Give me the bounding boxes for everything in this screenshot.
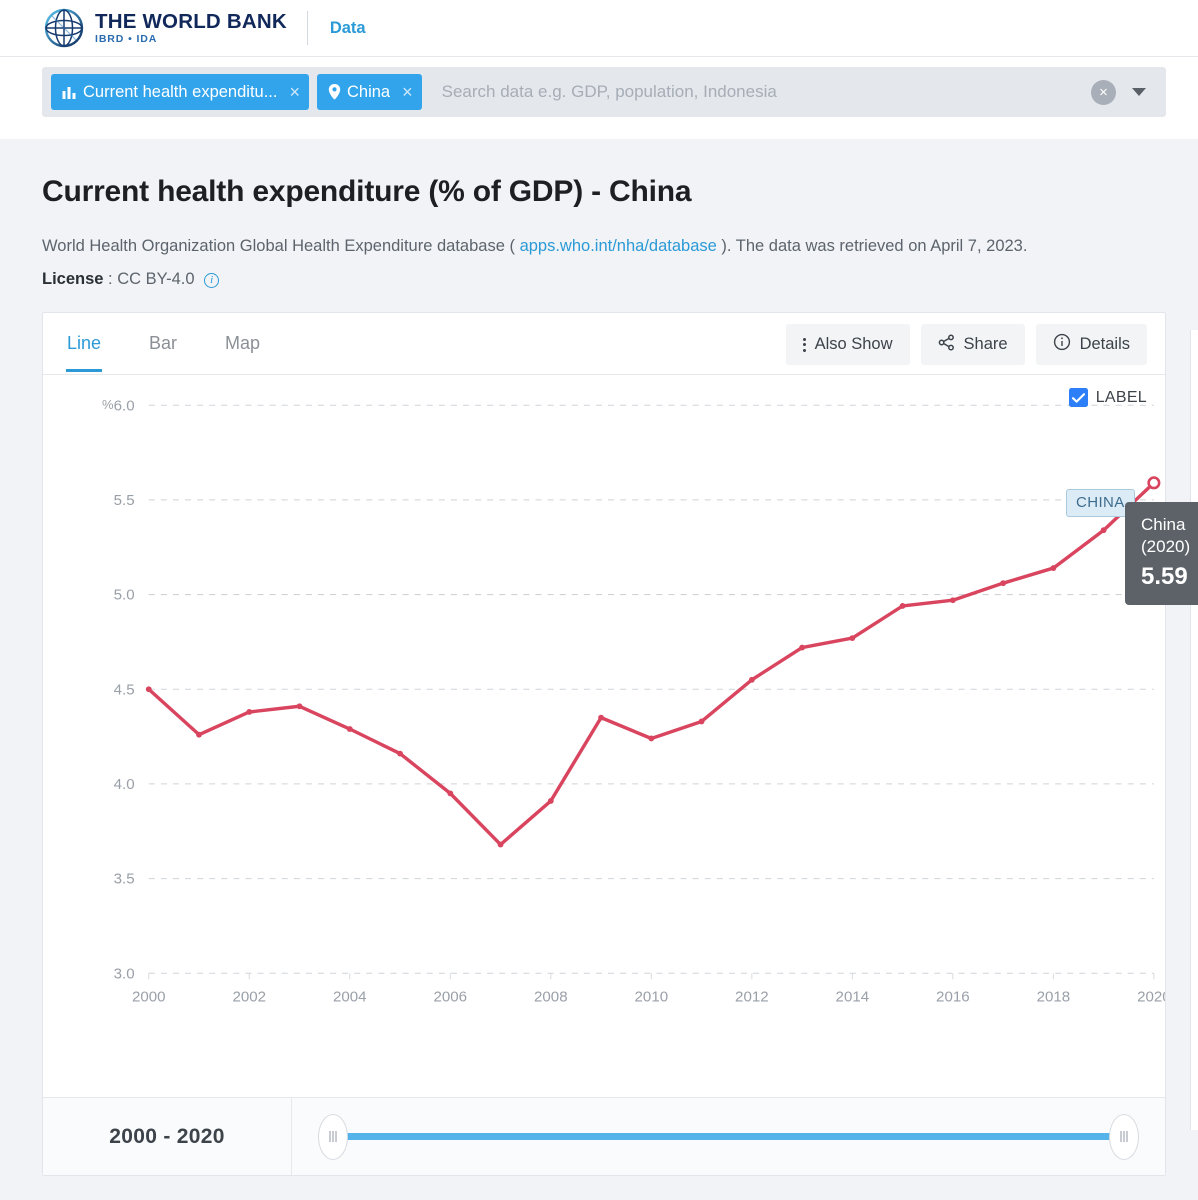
details-label: Details xyxy=(1079,335,1130,354)
source-suffix: ). The data was retrieved on April 7, 20… xyxy=(721,237,1028,255)
license-info-icon[interactable]: i xyxy=(204,273,220,289)
svg-text:2016: 2016 xyxy=(936,989,970,1006)
svg-text:2018: 2018 xyxy=(1037,989,1071,1006)
clear-search-icon[interactable]: × xyxy=(1091,79,1116,105)
chart-card: Line Bar Map Also Show Share Details LAB… xyxy=(42,312,1198,1177)
page-title: Current health expenditure (% of GDP) - … xyxy=(42,175,692,208)
search-input[interactable]: Search data e.g. GDP, population, Indone… xyxy=(430,82,1091,102)
details-button[interactable]: Details xyxy=(1035,324,1147,366)
world-bank-logo[interactable]: THE WORLD BANK IBRD • IDA xyxy=(42,6,287,50)
svg-text:2004: 2004 xyxy=(333,989,367,1006)
search-band: Current health expenditu... × China × Se… xyxy=(0,57,1198,139)
also-show-button[interactable]: Also Show xyxy=(785,324,910,366)
source-link[interactable]: apps.who.int/nha/database xyxy=(520,237,717,255)
chip-remove-country[interactable]: × xyxy=(402,83,413,101)
share-label: Share xyxy=(963,335,1008,354)
tooltip-value: 5.59 xyxy=(1141,562,1188,590)
svg-text:2008: 2008 xyxy=(534,989,568,1006)
chip-label-country: China xyxy=(346,82,391,101)
gridlines xyxy=(148,405,1154,975)
tab-line[interactable]: Line xyxy=(43,313,125,373)
info-circle-icon xyxy=(1053,333,1071,356)
map-pin-icon xyxy=(328,84,341,100)
y-axis-tick-labels: 6.0 5.5 5.0 4.5 4.0 3.5 3.0 xyxy=(114,398,135,983)
kebab-menu-icon xyxy=(802,337,806,352)
search-box[interactable]: Current health expenditu... × China × Se… xyxy=(42,67,1166,117)
license-line: License : CC BY-4.0 i xyxy=(42,270,1166,289)
header-divider xyxy=(306,11,308,45)
page-content: Current health expenditure (% of GDP) - … xyxy=(0,139,1198,289)
nav-data-link[interactable]: Data xyxy=(330,19,366,38)
bar-chart-icon xyxy=(62,85,77,99)
license-value: CC BY-4.0 xyxy=(117,270,195,289)
svg-text:3.5: 3.5 xyxy=(114,871,135,888)
source-note: World Health Organization Global Health … xyxy=(42,233,1152,259)
chip-remove-indicator[interactable]: × xyxy=(289,83,300,101)
svg-text:5.5: 5.5 xyxy=(114,492,135,509)
svg-text:4.0: 4.0 xyxy=(114,776,135,793)
svg-text:2012: 2012 xyxy=(735,989,769,1006)
data-line-china xyxy=(147,481,1156,847)
svg-text:2010: 2010 xyxy=(635,989,669,1006)
share-button[interactable]: Share xyxy=(920,324,1025,366)
share-icon xyxy=(938,334,955,356)
tooltip-country: China xyxy=(1141,515,1186,535)
label-toggle-text: LABEL xyxy=(1095,388,1147,406)
search-chip-country[interactable]: China × xyxy=(316,74,422,110)
x-axis-ticks xyxy=(148,973,1155,980)
svg-text:2000: 2000 xyxy=(132,989,166,1006)
line-chart-plot: 6.05.55.04.54.03.53.0 2000 2002 2004 2006 20… xyxy=(114,398,1165,1006)
data-points-china xyxy=(145,476,1161,848)
chart-actions: Also Show Share Details xyxy=(785,313,1147,366)
tab-map[interactable]: Map xyxy=(201,313,284,371)
tab-bar[interactable]: Bar xyxy=(125,313,201,371)
slider-track[interactable] xyxy=(332,1133,1125,1141)
source-prefix: World Health Organization Global Health … xyxy=(42,237,515,255)
svg-text:2002: 2002 xyxy=(232,989,266,1006)
svg-text:2006: 2006 xyxy=(434,989,468,1006)
chart-tabs: Line Bar Map xyxy=(43,313,284,373)
year-range-slider[interactable] xyxy=(292,1098,1165,1175)
svg-text:4.5: 4.5 xyxy=(114,682,135,699)
x-axis-tick-labels: 2000 2002 2004 2006 2008 2010 2012 2014 2016 2018… xyxy=(132,989,1165,1006)
logo-subtitle: IBRD • IDA xyxy=(95,33,158,45)
search-chip-indicator[interactable]: Current health expenditu... × xyxy=(51,74,309,110)
svg-text:6.0: 6.0 xyxy=(114,398,135,415)
label-toggle[interactable]: LABEL xyxy=(1068,388,1147,408)
year-range-label: 2000 - 2020 xyxy=(43,1098,292,1176)
slider-handle-start[interactable] xyxy=(318,1113,348,1160)
license-label: License xyxy=(42,270,104,289)
svg-text:3.0: 3.0 xyxy=(114,966,135,983)
svg-text:2020: 2020 xyxy=(1137,989,1165,1006)
right-edge-panel xyxy=(1190,330,1198,1130)
logo-title: THE WORLD BANK xyxy=(95,9,287,33)
svg-text:5.0: 5.0 xyxy=(114,587,135,604)
svg-text:2014: 2014 xyxy=(836,989,870,1006)
chart-area: LABEL % 6.0 5.5 5.0 4.5 4.0 3.5 3.0 2000 2002 20… xyxy=(43,375,1198,1097)
label-checkbox[interactable] xyxy=(1068,388,1088,408)
chevron-down-icon[interactable] xyxy=(1132,88,1146,96)
year-range-bar: 2000 - 2020 xyxy=(43,1097,1165,1176)
chart-tabbar: Line Bar Map Also Show Share Details xyxy=(43,313,1165,376)
data-tooltip: China (2020) 5.59 xyxy=(1125,502,1198,605)
also-show-label: Also Show xyxy=(814,335,893,354)
license-separator: : xyxy=(103,270,118,289)
site-header: THE WORLD BANK IBRD • IDA Data xyxy=(0,0,1198,57)
tooltip-year: (2020) xyxy=(1141,536,1191,556)
slider-handle-end[interactable] xyxy=(1109,1113,1139,1160)
globe-icon xyxy=(42,6,86,50)
chip-label-indicator: Current health expenditu... xyxy=(83,82,278,101)
